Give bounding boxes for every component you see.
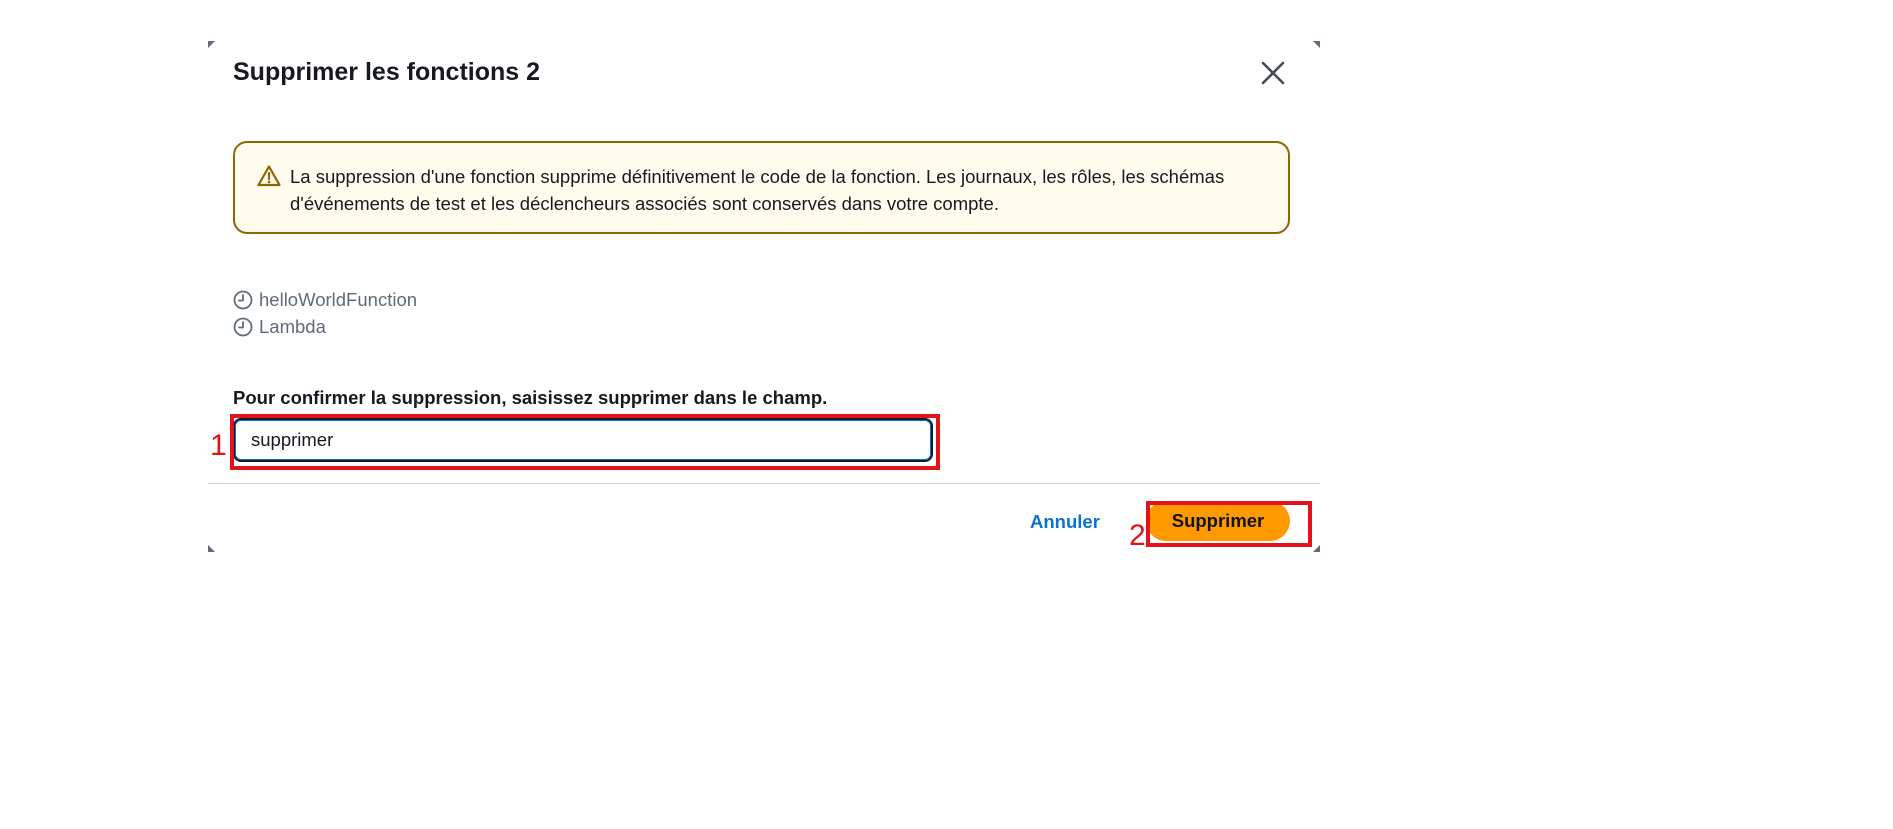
clock-icon (233, 290, 253, 310)
dialog-corner-top-right (1313, 41, 1320, 48)
confirm-label-prefix: Pour confirmer la suppression, saisissez (233, 387, 598, 408)
dialog-corner-bottom-right (1313, 545, 1320, 552)
confirm-input-wrapper (233, 418, 933, 462)
warning-triangle-icon (257, 165, 281, 187)
footer-divider (208, 483, 1320, 484)
confirm-input[interactable] (235, 420, 931, 460)
close-icon (1261, 61, 1285, 85)
cancel-button[interactable]: Annuler (1030, 511, 1100, 533)
resource-name: Lambda (259, 316, 326, 337)
dialog-corner-bottom-left (208, 545, 215, 552)
confirm-label: Pour confirmer la suppression, saisissez… (233, 387, 827, 409)
delete-button[interactable]: Supprimer (1146, 501, 1290, 541)
close-button[interactable] (1254, 54, 1292, 92)
confirm-label-suffix: dans le champ. (688, 387, 828, 408)
resource-item: Lambda (233, 316, 326, 338)
dialog-title: Supprimer les fonctions 2 (233, 58, 541, 86)
clock-icon (233, 317, 253, 337)
resource-item: helloWorldFunction (233, 289, 417, 311)
resource-name: helloWorldFunction (259, 289, 418, 310)
dialog-corner-top-left (208, 41, 215, 48)
warning-message: La suppression d'une fonction supprime d… (290, 166, 1225, 214)
warning-alert: La suppression d'une fonction supprime d… (233, 141, 1290, 234)
confirm-label-keyword: supprimer (598, 387, 689, 408)
delete-functions-dialog: Supprimer les fonctions 2 La suppression… (208, 41, 1320, 552)
